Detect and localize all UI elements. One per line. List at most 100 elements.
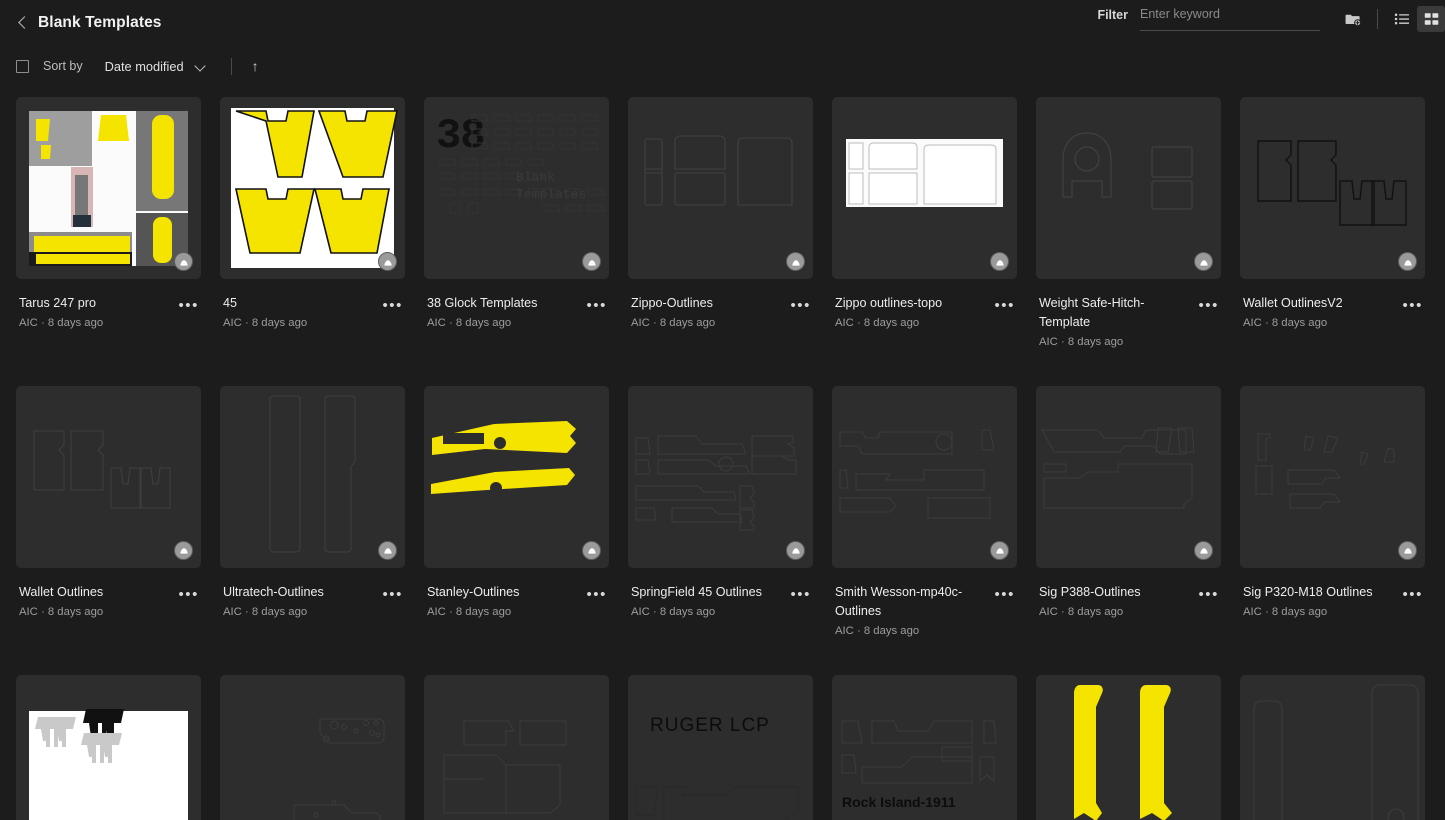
cloud-icon — [1403, 259, 1412, 266]
asset-card[interactable]: Sig P388-Outlines ••• AIC · 8 days ago — [1036, 385, 1221, 637]
asset-thumbnail[interactable] — [220, 97, 405, 279]
asset-card[interactable]: Ultratech-Outlines ••• AIC · 8 days ago — [220, 385, 405, 637]
asset-title-row: Sig P320-M18 Outlines ••• — [1243, 583, 1423, 602]
asset-card[interactable]: Sig P320-M18 Outlines ••• AIC · 8 days a… — [1240, 385, 1425, 637]
asset-card[interactable]: Rock Island-1911 — [832, 674, 1017, 820]
asset-thumbnail[interactable]: RUGER LCP — [628, 674, 813, 820]
asset-thumbnail[interactable]: Rock Island-1911 — [832, 674, 1017, 820]
asset-card[interactable]: Tarus 247 pro ••• AIC · 8 days ago — [16, 97, 201, 348]
grid-view-icon — [1424, 13, 1439, 25]
thumbnail-artwork — [16, 97, 201, 279]
asset-meta: Stanley-Outlines ••• AIC · 8 days ago — [424, 568, 609, 618]
asset-card[interactable] — [424, 674, 609, 820]
row-spacer — [16, 637, 1425, 675]
back-chevron-icon[interactable] — [14, 15, 30, 31]
asset-card[interactable]: Smith Wesson-mp40c-Outlines ••• AIC · 8 … — [832, 385, 1017, 637]
asset-card[interactable] — [1240, 674, 1425, 820]
asset-card[interactable]: RUGER LCP — [628, 674, 813, 820]
asset-thumbnail[interactable] — [628, 97, 813, 279]
asset-more-menu[interactable]: ••• — [382, 298, 403, 313]
asset-more-menu[interactable]: ••• — [1198, 298, 1219, 313]
asset-thumbnail[interactable] — [220, 385, 405, 568]
asset-card[interactable]: 45 ••• AIC · 8 days ago — [220, 97, 405, 348]
asset-card[interactable]: Stanley-Outlines ••• AIC · 8 days ago — [424, 385, 609, 637]
asset-thumbnail[interactable] — [220, 674, 405, 820]
thumbnail-artwork: 38 Blank Templates — [424, 97, 609, 279]
new-folder-button[interactable] — [1338, 6, 1368, 32]
asset-card[interactable]: Zippo-Outlines ••• AIC · 8 days ago — [628, 97, 813, 348]
list-view-button[interactable] — [1387, 6, 1417, 32]
asset-thumbnail[interactable] — [424, 674, 609, 820]
asset-title-row: Wallet OutlinesV2 ••• — [1243, 294, 1423, 313]
cloud-icon — [179, 259, 188, 266]
asset-more-menu[interactable]: ••• — [586, 298, 607, 313]
asset-thumbnail[interactable] — [1036, 97, 1221, 279]
cloud-status-badge — [582, 252, 601, 271]
page-title: Blank Templates — [38, 14, 162, 31]
asset-card[interactable]: Weight Safe-Hitch-Template ••• AIC · 8 d… — [1036, 97, 1221, 348]
cloud-icon — [587, 259, 596, 266]
asset-title-row: Sig P388-Outlines ••• — [1039, 583, 1219, 602]
asset-title: 45 — [223, 296, 238, 310]
asset-thumbnail[interactable] — [1240, 674, 1425, 820]
cloud-status-badge — [378, 252, 397, 271]
thumbnail-artwork — [424, 675, 609, 820]
asset-meta: Zippo outlines-topo ••• AIC · 8 days ago — [832, 279, 1017, 329]
asset-card[interactable] — [1036, 674, 1221, 820]
thumbnail-artwork — [220, 97, 405, 279]
thumbnail-artwork — [1036, 386, 1221, 568]
asset-meta: Zippo-Outlines ••• AIC · 8 days ago — [628, 279, 813, 329]
asset-meta: 38 Glock Templates ••• AIC · 8 days ago — [424, 279, 609, 329]
asset-meta: Weight Safe-Hitch-Template ••• AIC · 8 d… — [1036, 279, 1221, 348]
asset-more-menu[interactable]: ••• — [178, 587, 199, 602]
asset-more-menu[interactable]: ••• — [1198, 587, 1219, 602]
asset-more-menu[interactable]: ••• — [1402, 298, 1423, 313]
asset-more-menu[interactable]: ••• — [790, 298, 811, 313]
asset-thumbnail[interactable]: 38 Blank Templates — [424, 97, 609, 279]
asset-more-menu[interactable]: ••• — [382, 587, 403, 602]
cloud-icon — [1199, 548, 1208, 554]
asset-more-menu[interactable]: ••• — [994, 298, 1015, 313]
asset-subtitle: AIC · 8 days ago — [19, 605, 104, 618]
filter-label: Filter — [1097, 8, 1128, 22]
asset-title-row: SpringField 45 Outlines ••• — [631, 583, 811, 602]
asset-more-menu[interactable]: ••• — [1402, 587, 1423, 602]
top-bar: Blank Templates Filter — [0, 0, 1445, 46]
asset-title-row: Wallet Outlines ••• — [19, 583, 199, 602]
thumbnail-artwork — [832, 97, 1017, 279]
asset-thumbnail[interactable] — [1036, 674, 1221, 820]
asset-more-menu[interactable]: ••• — [790, 587, 811, 602]
list-view-icon — [1394, 13, 1410, 25]
grid-view-button[interactable] — [1417, 6, 1445, 32]
asset-thumbnail[interactable] — [1240, 385, 1425, 568]
asset-more-menu[interactable]: ••• — [994, 587, 1015, 602]
asset-card[interactable]: Zippo outlines-topo ••• AIC · 8 days ago — [832, 97, 1017, 348]
asset-more-menu[interactable]: ••• — [178, 298, 199, 313]
thumbnail-artwork — [628, 386, 813, 568]
sort-direction-button[interactable]: ↑ — [252, 59, 259, 73]
asset-more-menu[interactable]: ••• — [586, 587, 607, 602]
search-input[interactable] — [1140, 7, 1320, 21]
cloud-icon — [587, 548, 596, 554]
select-all-checkbox[interactable] — [16, 59, 29, 73]
asset-card[interactable]: Wallet OutlinesV2 ••• AIC · 8 days ago — [1240, 97, 1425, 348]
asset-thumbnail[interactable] — [1036, 385, 1221, 568]
asset-thumbnail[interactable] — [16, 385, 201, 568]
asset-thumbnail[interactable] — [832, 97, 1017, 279]
asset-thumbnail[interactable] — [16, 674, 201, 820]
asset-card[interactable]: Wallet Outlines ••• AIC · 8 days ago — [16, 385, 201, 637]
asset-title: Weight Safe-Hitch-Template — [1039, 296, 1145, 329]
asset-thumbnail[interactable] — [628, 385, 813, 568]
asset-thumbnail[interactable] — [832, 385, 1017, 568]
asset-subtitle: AIC · 8 days ago — [1039, 605, 1124, 618]
asset-card[interactable]: SpringField 45 Outlines ••• AIC · 8 days… — [628, 385, 813, 637]
asset-title: Smith Wesson-mp40c-Outlines — [835, 584, 963, 618]
asset-thumbnail[interactable] — [1240, 97, 1425, 279]
asset-card[interactable]: 38 Blank Templates 38 Glock Templates ••… — [424, 97, 609, 348]
asset-card[interactable] — [16, 674, 201, 820]
sort-by-dropdown[interactable]: Date modified — [105, 59, 205, 74]
asset-title: Stanley-Outlines — [427, 584, 520, 599]
asset-thumbnail[interactable] — [424, 385, 609, 568]
asset-card[interactable] — [220, 674, 405, 820]
asset-thumbnail[interactable] — [16, 97, 201, 279]
